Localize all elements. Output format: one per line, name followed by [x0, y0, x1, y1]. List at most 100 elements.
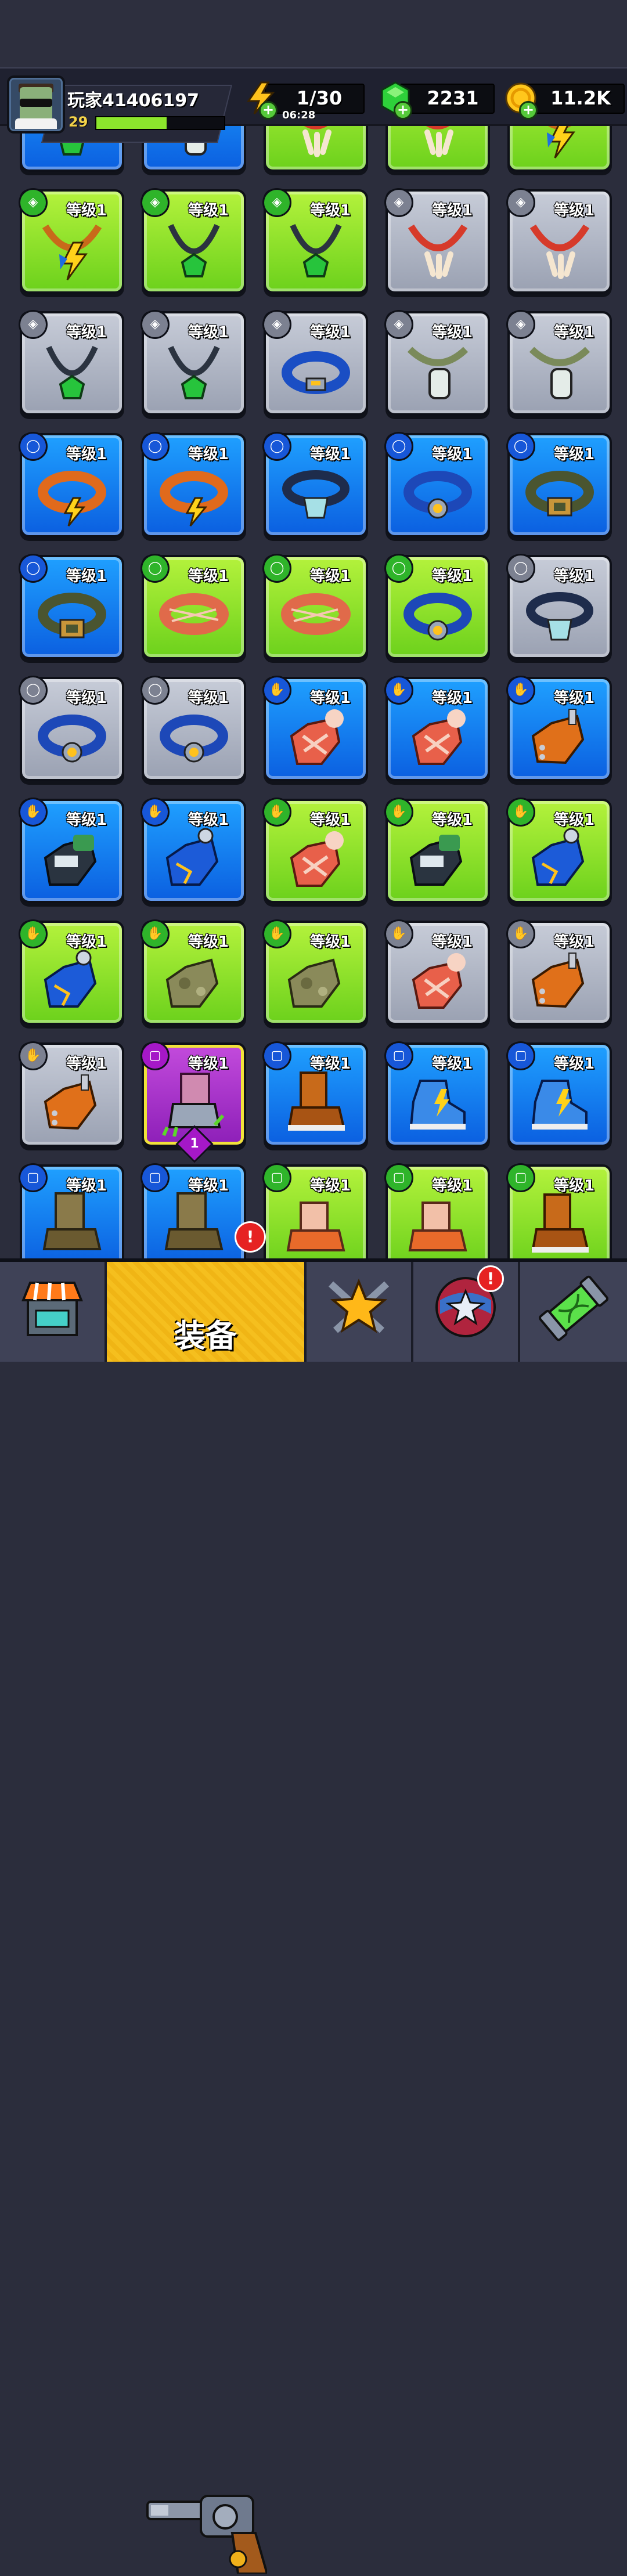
- equipment-tile-leather-boot[interactable]: ▢ 等级1: [262, 1041, 368, 1147]
- equipment-tile-emerald-necklace[interactable]: ◈ 等级1: [140, 310, 246, 416]
- item-level-label: 等级1: [432, 933, 473, 951]
- equipment-tile-bandage-belt[interactable]: ◯ 等级1: [140, 554, 246, 659]
- item-level-label: 等级1: [66, 446, 107, 463]
- equipment-tile-lightning-sneaker[interactable]: ▢ 等级1: [384, 1041, 490, 1147]
- equipment-tile-emerald-necklace[interactable]: ◈ 等级1: [140, 188, 246, 294]
- item-level-label: 等级1: [188, 811, 229, 829]
- spiked-glove-icon: [525, 701, 594, 771]
- belt-slot-icon: ◯: [140, 676, 170, 705]
- equipment-tile-emerald-necklace[interactable]: ◈ 等级1: [19, 310, 124, 416]
- equipment-tile-camo-glove[interactable]: ✋ 等级1: [140, 919, 246, 1025]
- item-level-label: 等级1: [432, 202, 473, 219]
- equipment-tile-lightning-belt[interactable]: ◯ 等级1: [140, 432, 246, 537]
- belt-slot-icon: ◯: [506, 432, 535, 461]
- energy-resource[interactable]: 1/30 +: [244, 81, 366, 120]
- item-level-label: 等级1: [310, 811, 351, 829]
- equipment-tile-gold-buckle-belt[interactable]: ◯ 等级1: [140, 676, 246, 781]
- glove-slot-icon: ✋: [19, 1041, 48, 1070]
- gold-buckle-belt-icon: [403, 579, 473, 649]
- equipment-tile-blue-belt[interactable]: ◈ 等级1: [262, 310, 368, 416]
- equipment-tile-bandaged-glove[interactable]: ✋ 等级1: [262, 676, 368, 781]
- glove-slot-icon: ✋: [262, 676, 291, 705]
- leather-boot-icon: [281, 1067, 351, 1137]
- equipment-tile-lightning-belt[interactable]: ◯ 等级1: [19, 432, 124, 537]
- equipment-tile-spiked-glove[interactable]: ✋ 等级1: [506, 919, 612, 1025]
- equipment-tile-bandaged-glove[interactable]: ✋ 等级1: [262, 798, 368, 903]
- item-level-label: 等级1: [66, 324, 107, 341]
- necklace-slot-icon: ◈: [262, 188, 291, 217]
- equipment-tile-bone-necklace[interactable]: ◈ 等级1: [384, 188, 490, 294]
- bone-necklace-icon: [525, 214, 594, 283]
- equipment-tile-spiked-glove[interactable]: ✋ 等级1: [506, 676, 612, 781]
- equipment-tile-pouch-belt[interactable]: ◯ 等级1: [262, 432, 368, 537]
- equipment-tile-camo-glove[interactable]: ✋ 等级1: [262, 919, 368, 1025]
- necklace-slot-icon: ◈: [506, 310, 535, 339]
- equipment-tile-blue-glove[interactable]: ✋ 等级1: [140, 798, 246, 903]
- equipment-tile-bandaged-glove[interactable]: ✋ 等级1: [384, 919, 490, 1025]
- item-level-label: 等级1: [310, 933, 351, 951]
- blue-glove-icon: [37, 945, 107, 1015]
- equipment-tile-gold-buckle-belt[interactable]: ◯ 等级1: [19, 676, 124, 781]
- nav-shop[interactable]: [0, 1262, 107, 1362]
- equipment-tile-bone-necklace[interactable]: ◈ 等级1: [506, 188, 612, 294]
- nav-talents[interactable]: [307, 1262, 413, 1362]
- necklace-slot-icon: ◈: [384, 310, 413, 339]
- equipment-tile-camo-boot[interactable]: ▢ 等级1: [140, 1163, 246, 1260]
- item-level-label: 等级1: [310, 568, 351, 585]
- equipment-tile-tech-glove[interactable]: ✋ 等级1: [384, 798, 490, 903]
- emerald-necklace-icon: [37, 335, 107, 405]
- nav-lab[interactable]: [520, 1262, 627, 1362]
- item-level-label: 等级1: [310, 446, 351, 463]
- bottom-navigation: 装备 ! !: [0, 1221, 627, 2575]
- equipment-tile-blue-glove[interactable]: ✋ 等级1: [506, 798, 612, 903]
- equipment-tile-spiked-glove[interactable]: ✋ 等级1: [19, 1041, 124, 1147]
- nav-equipment[interactable]: 装备: [107, 1262, 307, 1362]
- camo-glove-icon: [281, 945, 351, 1015]
- item-level-label: 等级1: [432, 1177, 473, 1195]
- necklace-slot-icon: ◈: [140, 188, 170, 217]
- top-resource-bar: 玩家41406197 29 1/30 + 06:28 2231 + 11.2K …: [0, 67, 627, 143]
- equipment-tile-gold-buckle-belt[interactable]: ◯ 等级1: [384, 432, 490, 537]
- equipment-tile-emerald-necklace[interactable]: ◈ 等级1: [262, 188, 368, 294]
- equipment-tile-leather-boot[interactable]: ▢ 等级1: [506, 1163, 612, 1260]
- spiked-glove-icon: [37, 1067, 107, 1137]
- item-level-label: 等级1: [188, 690, 229, 707]
- equipment-tile-camo-boot[interactable]: ▢ 等级1: [19, 1163, 124, 1260]
- equipment-tile-bandage-belt[interactable]: ◯ 等级1: [262, 554, 368, 659]
- equipment-tile-fur-boot[interactable]: ▢ 等级1: [262, 1163, 368, 1260]
- gems-plus-button[interactable]: +: [394, 101, 412, 120]
- avatar-shirt: [15, 118, 57, 129]
- player-avatar[interactable]: [7, 75, 65, 134]
- glove-slot-icon: ✋: [262, 798, 291, 827]
- energy-plus-button[interactable]: +: [259, 101, 278, 120]
- equipment-tile-pouch-belt[interactable]: ◯ 等级1: [506, 554, 612, 659]
- blue-belt-icon: [281, 335, 351, 405]
- coins-plus-button[interactable]: +: [519, 101, 538, 120]
- item-level-label: 等级1: [66, 1177, 107, 1195]
- equipment-tile-fur-boot[interactable]: ▢ 等级1: [384, 1163, 490, 1260]
- item-level-label: 等级1: [66, 202, 107, 219]
- equipment-tile-tech-glove[interactable]: ✋ 等级1: [19, 798, 124, 903]
- xp-bar-fill: [96, 117, 167, 129]
- item-level-label: 等级1: [554, 1177, 595, 1195]
- equipment-tile-leather-belt[interactable]: ◯ 等级1: [506, 432, 612, 537]
- equipment-tile-bandaged-glove[interactable]: ✋ 等级1: [384, 676, 490, 781]
- emerald-necklace-icon: [281, 214, 351, 283]
- coins-resource[interactable]: 11.2K +: [504, 82, 625, 120]
- equipment-tile-lightning-sneaker[interactable]: ▢ 等级1: [506, 1041, 612, 1147]
- equipment-tile-leather-belt[interactable]: ◯ 等级1: [19, 554, 124, 659]
- equipment-tile-gold-buckle-belt[interactable]: ◯ 等级1: [384, 554, 490, 659]
- glove-slot-icon: ✋: [384, 919, 413, 948]
- equipment-tile-claw-boot[interactable]: ▢ 等级1 1: [140, 1041, 246, 1163]
- item-level-label: 等级1: [188, 568, 229, 585]
- nav-events[interactable]: !: [413, 1262, 520, 1362]
- equipment-tile-blue-glove[interactable]: ✋ 等级1: [19, 919, 124, 1025]
- xp-bar: [95, 116, 225, 130]
- equipment-tile-dog-tag[interactable]: ◈ 等级1: [384, 310, 490, 416]
- equipment-tile-lightning-necklace[interactable]: ◈ 等级1: [19, 188, 124, 294]
- necklace-slot-icon: ◈: [19, 188, 48, 217]
- gems-resource[interactable]: 2231 +: [379, 81, 495, 120]
- equipment-tile-dog-tag[interactable]: ◈ 等级1: [506, 310, 612, 416]
- glove-slot-icon: ✋: [506, 919, 535, 948]
- gems-value: 2231: [427, 87, 479, 109]
